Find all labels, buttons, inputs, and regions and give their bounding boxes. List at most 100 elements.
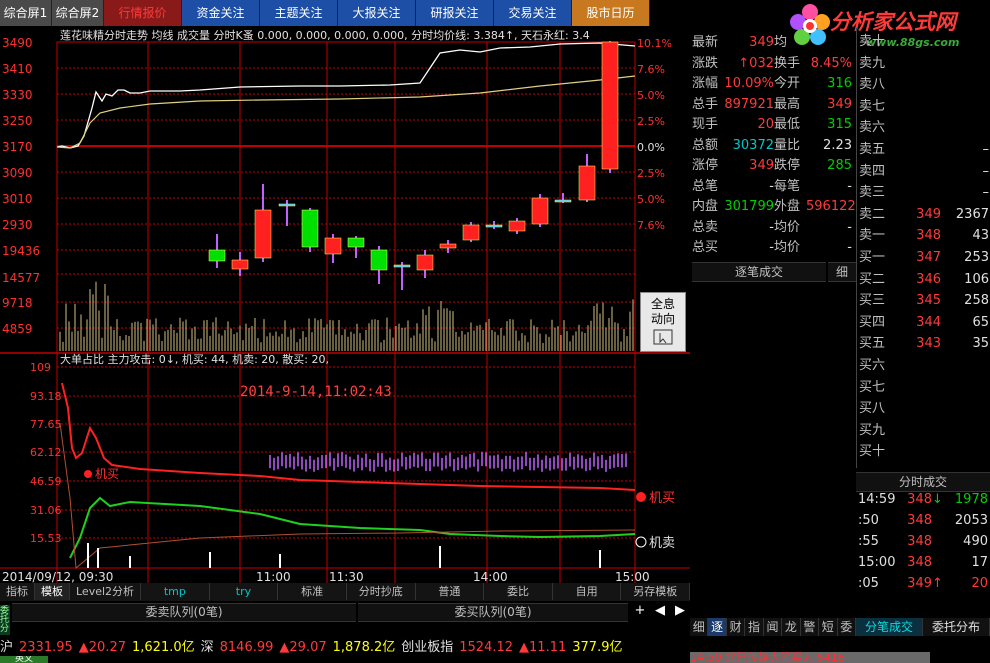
quote-value: 10.09% bbox=[724, 76, 774, 91]
order-book-row[interactable]: 卖四 – bbox=[859, 160, 990, 179]
level-price: 345 bbox=[916, 293, 941, 309]
order-book-row[interactable]: 买十 bbox=[859, 440, 990, 459]
side-tab-3[interactable]: 指 bbox=[745, 618, 764, 636]
tick-volume: 17 bbox=[971, 555, 988, 570]
side-tab-0[interactable]: 细 bbox=[690, 618, 709, 636]
indicator-tab-10[interactable]: 另存模板 bbox=[621, 583, 691, 600]
side-tab-1[interactable]: 逐 bbox=[708, 618, 727, 636]
time-label: 11:00 bbox=[256, 570, 291, 584]
quote-value: - bbox=[847, 178, 852, 194]
top-tab-3[interactable]: 资金关注 bbox=[182, 0, 260, 26]
prev-icon[interactable]: ◀ bbox=[650, 603, 670, 620]
top-tab-6[interactable]: 研报关注 bbox=[416, 0, 494, 26]
quote-value: ↑032 bbox=[738, 55, 774, 71]
order-book-row[interactable]: 卖十 bbox=[859, 30, 990, 49]
order-book-row[interactable]: 卖五 – bbox=[859, 138, 990, 157]
side-tab-2[interactable]: 财 bbox=[727, 618, 746, 636]
ticker-item: 1,878.2亿 bbox=[332, 640, 396, 655]
candle-body bbox=[208, 249, 226, 262]
ticker-item: 8146.99 bbox=[219, 640, 274, 655]
time-label: 11:30 bbox=[329, 570, 364, 584]
side-tab-8[interactable]: 委 bbox=[838, 618, 856, 636]
top-tab-8[interactable]: 股市日历 bbox=[572, 0, 650, 26]
next-icon[interactable]: ▶ bbox=[670, 603, 690, 620]
top-tab-4[interactable]: 主题关注 bbox=[260, 0, 338, 26]
sub-tick: 31.06 bbox=[30, 504, 62, 517]
top-tab-5[interactable]: 大报关注 bbox=[338, 0, 416, 26]
level-label: 买四 bbox=[859, 314, 886, 330]
order-book-row[interactable]: 卖六 bbox=[859, 116, 990, 135]
news-ticker[interactable]: 14:50 北巴传媒大笔买入 5416 bbox=[690, 652, 930, 663]
candle-body bbox=[485, 224, 503, 228]
side-tab-7[interactable]: 短 bbox=[819, 618, 838, 636]
indicator-tab-9[interactable]: 自用 bbox=[553, 583, 622, 600]
quote-row: 总卖 -均价 - bbox=[692, 216, 856, 235]
sell-queue-header[interactable]: 委卖队列(0笔) bbox=[12, 603, 356, 622]
order-book-row[interactable]: 卖三 – bbox=[859, 181, 990, 200]
time-sale-row: 14:59 348↓ 1978 bbox=[858, 492, 990, 507]
intraday-chart: 莲花味精分时走势 均线 成交量 分时K蚤 0.000, 0.000, 0.000… bbox=[0, 28, 690, 598]
quote-label: 总笔 bbox=[692, 178, 719, 194]
side-tab-5[interactable]: 龙 bbox=[782, 618, 801, 636]
quote-label: 跌停 bbox=[774, 158, 801, 173]
quote-value: 349 bbox=[749, 158, 774, 173]
order-book-row[interactable]: 买九 bbox=[859, 419, 990, 438]
indicator-tab-3[interactable]: tmp bbox=[141, 583, 210, 600]
tick-price: 349 bbox=[907, 576, 932, 591]
order-book-row[interactable]: 卖一 348 43 bbox=[859, 224, 990, 243]
top-tab-0[interactable]: 综合屏1 bbox=[0, 0, 52, 26]
tick-by-tick-header[interactable]: 逐笔成交 bbox=[692, 262, 826, 282]
quote-row: 总额 30372量比 2.23 bbox=[692, 134, 856, 153]
order-book-row[interactable]: 买五 343 35 bbox=[859, 332, 990, 351]
index-ticker: 沪 2331.95 ▲20.27 1,621.0亿深 8146.99 ▲29.07 1,87… bbox=[0, 636, 690, 656]
quote-label: 最低 bbox=[774, 117, 801, 132]
holographic-trend-button[interactable]: 全息 动向 bbox=[640, 292, 686, 352]
order-book-row[interactable]: 卖二 349 2367 bbox=[859, 203, 990, 222]
volume-tick: 19436 bbox=[2, 244, 40, 258]
indicator-tab-0[interactable]: 指标 bbox=[0, 583, 35, 600]
order-book-row[interactable]: 卖九 bbox=[859, 52, 990, 71]
detail-tab[interactable]: 细 bbox=[828, 262, 856, 282]
order-book-row[interactable]: 买一 347 253 bbox=[859, 246, 990, 265]
plus-icon[interactable]: + bbox=[630, 603, 650, 620]
side-tab-4[interactable]: 闻 bbox=[764, 618, 783, 636]
order-book-row[interactable]: 买八 bbox=[859, 397, 990, 416]
side-tab-6[interactable]: 警 bbox=[801, 618, 820, 636]
indicator-tab-2[interactable]: Level2分析 bbox=[70, 583, 142, 600]
candle-body bbox=[393, 264, 411, 268]
price-tick: 3010 bbox=[2, 192, 33, 206]
indicator-tab-8[interactable]: 委比 bbox=[484, 583, 553, 600]
sell-line bbox=[69, 496, 636, 559]
order-book-row[interactable]: 买六 bbox=[859, 354, 990, 373]
level-price: 343 bbox=[916, 336, 941, 352]
level-label: 买十 bbox=[859, 444, 886, 460]
right-tab-1[interactable]: 委托分布 bbox=[923, 618, 990, 636]
quote-label: 今开 bbox=[774, 76, 801, 91]
indicator-tab-7[interactable]: 普通 bbox=[416, 583, 485, 600]
quote-row: 总买 -均价 - bbox=[692, 236, 856, 255]
order-book-row[interactable]: 买四 344 65 bbox=[859, 311, 990, 330]
indicator-tab-6[interactable]: 分时抄底 bbox=[347, 583, 416, 600]
top-tab-2[interactable]: 行情报价 bbox=[104, 0, 182, 26]
sub-tick: 109 bbox=[30, 361, 51, 374]
level-volume: 65 bbox=[972, 314, 989, 330]
time-sales-header[interactable]: 分时成交 bbox=[856, 472, 990, 492]
cursor-icon bbox=[653, 329, 673, 345]
candle-body bbox=[416, 254, 434, 271]
indicator-tab-1[interactable]: 模板 bbox=[35, 583, 70, 600]
top-tab-7[interactable]: 交易关注 bbox=[494, 0, 572, 26]
top-tab-1[interactable]: 综合屏2 bbox=[52, 0, 104, 26]
order-book-row[interactable]: 买三 345 258 bbox=[859, 289, 990, 308]
order-book-row[interactable]: 买七 bbox=[859, 376, 990, 395]
indicator-tab-5[interactable]: 标准 bbox=[278, 583, 347, 600]
language-badge[interactable]: 英文 bbox=[0, 656, 48, 663]
buy-queue-header[interactable]: 委买队列(0笔) bbox=[358, 603, 628, 622]
quote-label: 总手 bbox=[692, 96, 719, 112]
order-book-row[interactable]: 卖八 bbox=[859, 73, 990, 92]
order-book-row[interactable]: 买二 346 106 bbox=[859, 268, 990, 287]
order-book-row[interactable]: 卖七 bbox=[859, 95, 990, 114]
right-tab-0[interactable]: 分笔成交 bbox=[856, 618, 923, 636]
indicator-tab-4[interactable]: try bbox=[210, 583, 279, 600]
level-price: 346 bbox=[916, 271, 941, 287]
level-label: 买七 bbox=[859, 379, 886, 395]
